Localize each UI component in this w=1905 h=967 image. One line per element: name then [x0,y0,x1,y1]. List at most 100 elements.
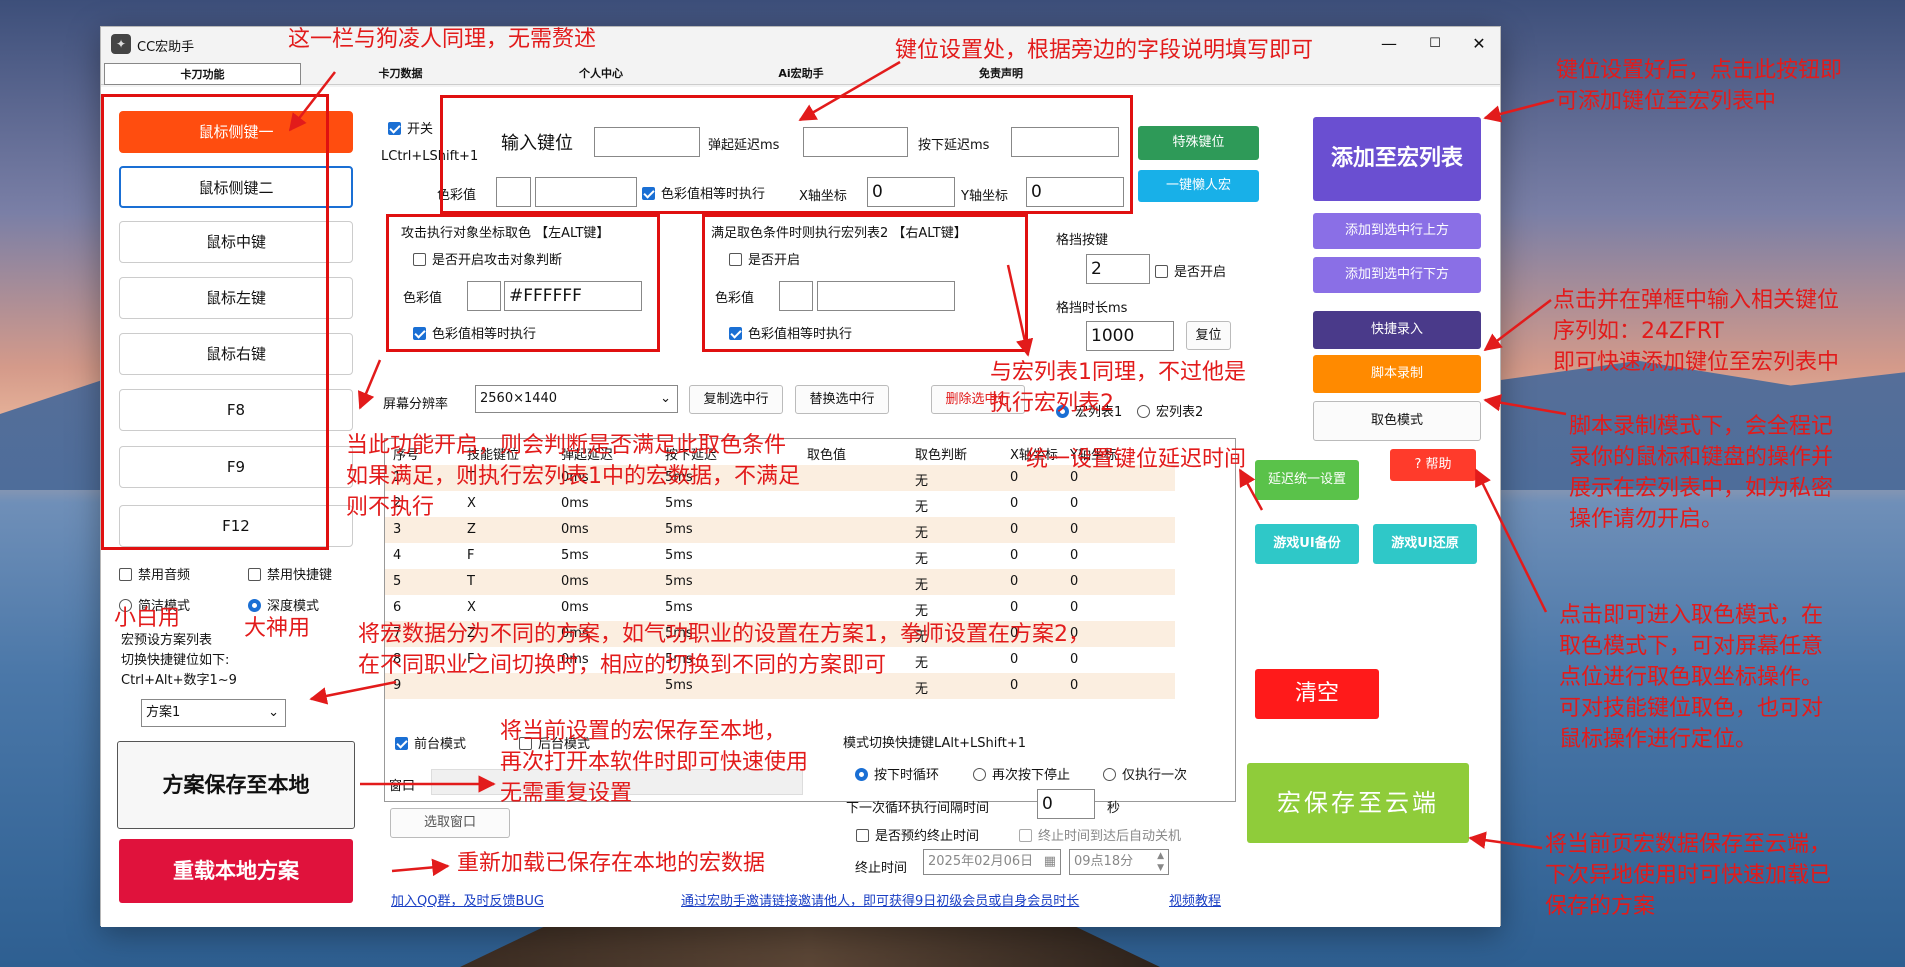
loop-press-radio[interactable] [855,768,868,781]
help-button[interactable]: ? 帮助 [1390,449,1476,481]
add-below-button[interactable]: 添加到选中行下方 [1313,257,1481,293]
run-once-radio[interactable] [1103,768,1116,781]
tab-ai[interactable]: Ai宏助手 [701,63,901,85]
deep-mode-option[interactable]: 深度模式 [248,595,319,614]
invite-link[interactable]: 通过宏助手邀请链接邀请他人，即可获得9日初级会员或自身会员时长 [681,890,1079,909]
select-window-button[interactable]: 选取窗口 [390,808,510,838]
highlight-key-settings [440,95,1133,214]
grid-duration-field[interactable]: 1000 [1086,321,1174,351]
table-row[interactable]: 4 F 5ms 5ms 无 0 0 [385,543,1175,569]
table-cell: 0 [1010,548,1019,563]
stop-repress-radio[interactable] [973,768,986,781]
table-cell: 0ms [561,522,589,537]
stop-repress-label: 再次按下停止 [992,768,1071,783]
color-mode-button[interactable]: 取色模式 [1313,401,1481,441]
grid-key-field[interactable]: 2 [1086,254,1150,284]
table-cell: 5ms [561,548,589,563]
video-tutorial-link[interactable]: 视频教程 [1169,890,1221,909]
save-local-button[interactable]: 方案保存至本地 [117,741,355,829]
switch-option[interactable]: 开关 [388,118,433,137]
annotation-line: 将当前页宏数据保存至云端， [1545,832,1832,857]
grid-enable-option[interactable]: 是否开启 [1155,261,1226,280]
table-cell: 5ms [665,548,693,563]
interval-field[interactable]: 0 [1037,789,1095,819]
seconds-label: 秒 [1107,801,1121,816]
table-cell: 无 [915,500,929,515]
qq-group-link[interactable]: 加入QQ群，及时反馈BUG [391,890,544,909]
ui-backup-button[interactable]: 游戏UI备份 [1255,524,1359,564]
ui-restore-button[interactable]: 游戏UI还原 [1373,524,1477,564]
auto-shutdown-checkbox[interactable] [1019,829,1032,842]
annotation-reload-local: 重新加载已保存在本地的宏数据 [457,851,766,876]
run-once-label: 仅执行一次 [1122,768,1188,783]
end-clock-field[interactable]: 09点18分 ▲ ▼ [1069,849,1169,875]
delay-unify-button[interactable]: 延迟统一设置 [1255,460,1359,500]
run-once-option[interactable]: 仅执行一次 [1103,764,1187,783]
col-color: 取色值 [807,448,847,463]
annotation-line: 录你的鼠标和键盘的操作并 [1569,445,1834,470]
special-key-button[interactable]: 特殊键位 [1138,126,1259,160]
stop-repress-option[interactable]: 再次按下停止 [973,764,1070,783]
grid-enable-checkbox[interactable] [1155,265,1168,278]
lazy-macro-button[interactable]: 一键懒人宏 [1138,170,1259,202]
disable-hotkey-option[interactable]: 禁用快捷键 [248,564,332,583]
auto-shutdown-label: 终止时间到达后自动关机 [1038,829,1182,844]
chevron-down-icon: ⌄ [268,705,279,720]
add-above-button[interactable]: 添加到选中行上方 [1313,213,1481,249]
annotation-line: 与宏列表1同理，不过他是 [990,360,1246,385]
table-cell: 0ms [561,600,589,615]
script-record-button[interactable]: 脚本录制 [1313,355,1481,393]
annotation-line: 如果满足，则执行宏列表1中的宏数据，不满足 [346,464,800,489]
disable-hotkey-checkbox[interactable] [248,568,261,581]
replace-row-button[interactable]: 替换选中行 [795,385,889,414]
reload-local-button[interactable]: 重载本地方案 [119,839,353,903]
table-cell: 0 [1070,522,1079,537]
minimize-button[interactable]: — [1366,27,1412,61]
end-date-field[interactable]: 2025年02月06日 ▦ [923,849,1061,875]
tab-kadao-data[interactable]: 卡刀数据 [302,63,499,85]
deep-mode-radio[interactable] [248,599,261,612]
annotation-line: 再次打开本软件时即可快速使用 [500,750,809,775]
annotation-line: 在不同职业之间切换时，相应的切换到不同的方案即可 [358,653,887,678]
table-cell: 0 [1010,496,1019,511]
table-row[interactable]: 6 X 0ms 5ms 无 0 0 [385,595,1175,621]
cloud-save-button[interactable]: 宏保存至云端 [1247,763,1469,843]
quick-record-button[interactable]: 快捷录入 [1313,311,1481,349]
copy-row-button[interactable]: 复制选中行 [689,385,783,414]
close-button[interactable]: ✕ [1456,27,1502,61]
mute-option[interactable]: 禁用音频 [119,564,190,583]
mute-checkbox[interactable] [119,568,132,581]
preset-text: Ctrl+Alt+数字1~9 [121,673,237,688]
tab-kadao[interactable]: 卡刀功能 [104,63,301,85]
chevron-down-icon: ⌄ [660,391,671,406]
annotation-line: 无需重复设置 [500,781,633,806]
front-mode-option[interactable]: 前台模式 [395,733,466,752]
schedule-end-option[interactable]: 是否预约终止时间 [856,825,979,844]
annotation-line: 点位进行取色取坐标操作。 [1559,665,1824,690]
auto-shutdown-option[interactable]: 终止时间到达后自动关机 [1019,825,1181,844]
table-cell: 5ms [665,574,693,589]
spinner-icon[interactable]: ▲ ▼ [1157,850,1164,874]
table-row[interactable]: 5 T 0ms 5ms 无 0 0 [385,569,1175,595]
table-cell: 0 [1070,548,1079,563]
grid-reset-button[interactable]: 复位 [1186,321,1231,350]
clear-button[interactable]: 清空 [1255,669,1379,719]
tab-disclaimer[interactable]: 免责声明 [901,63,1101,85]
annotation-line: 将当前设置的宏保存至本地， [500,719,787,744]
annotation-add-macro: 键位设置好后，点击此按钮即 可添加键位至宏列表中 [1556,55,1842,117]
schedule-end-checkbox[interactable] [856,829,869,842]
annotation-script-record: 脚本录制模式下，会全程记 录你的鼠标和键盘的操作并 展示在宏列表中，如为私密 操作请勿… [1569,411,1833,535]
maximize-button[interactable]: ☐ [1412,27,1458,61]
app-icon: ✦ [111,34,131,54]
loop-press-option[interactable]: 按下时循环 [855,764,939,783]
table-cell: 0 [1070,496,1079,511]
table-cell: F [467,548,475,563]
scheme-select[interactable]: 方案1 ⌄ [141,699,286,727]
window-label: 窗口 [389,779,416,794]
add-to-macro-list-button[interactable]: 添加至宏列表 [1313,117,1481,201]
resolution-select[interactable]: 2560×1440 ⌄ [475,385,678,413]
tab-personal[interactable]: 个人中心 [501,63,701,85]
annotation-line: 键位设置好后，点击此按钮即 [1556,58,1843,83]
switch-checkbox[interactable] [388,122,401,135]
front-mode-checkbox[interactable] [395,737,408,750]
